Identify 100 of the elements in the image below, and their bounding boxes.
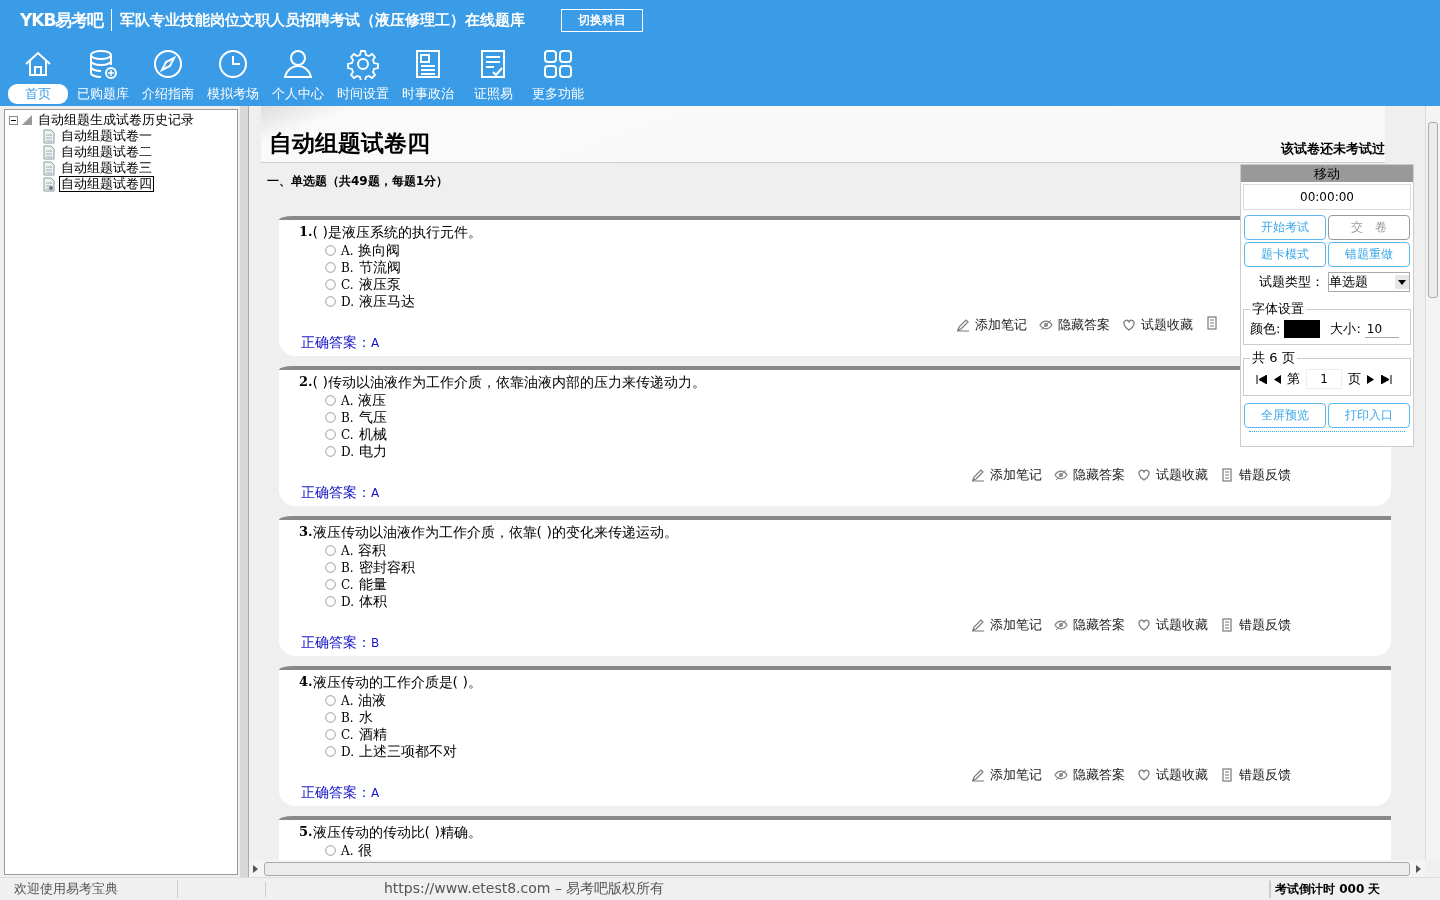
gear-icon — [347, 48, 379, 80]
panel-header[interactable]: 移动 — [1241, 165, 1413, 182]
radio-button[interactable] — [325, 712, 336, 723]
triangle-icon — [22, 115, 32, 125]
clock-icon — [217, 48, 249, 80]
app-title: 军队专业技能岗位文职人员招聘考试（液压修理工）在线题库 — [120, 10, 526, 30]
answer-label: 正确答案： — [301, 784, 371, 800]
page-prefix: 第 — [1287, 370, 1300, 388]
eye-icon — [1054, 468, 1068, 482]
radio-button[interactable] — [325, 245, 336, 256]
size-label: 大小: — [1330, 320, 1361, 338]
option-text: 机械 — [358, 425, 387, 444]
heart-icon — [1137, 468, 1151, 482]
answer-value: A — [371, 486, 380, 500]
action-link[interactable]: 添加笔记 — [990, 466, 1042, 484]
option-letter: D. — [341, 444, 354, 459]
radio-button[interactable] — [325, 412, 336, 423]
answer-label: 正确答案： — [301, 334, 371, 350]
scroll-arrow-icon — [253, 864, 258, 873]
radio-button[interactable] — [325, 279, 336, 290]
action-link[interactable]: 隐藏答案 — [1073, 616, 1125, 634]
answer-label: 正确答案： — [301, 634, 371, 650]
action-link[interactable]: 试题收藏 — [1156, 616, 1208, 634]
option-text: 容积 — [358, 541, 387, 560]
action-link[interactable]: 添加笔记 — [990, 616, 1042, 634]
paper-title: 自动组题试卷四 — [269, 128, 430, 158]
tree-item[interactable]: 自动组题试卷四 — [59, 176, 154, 192]
option-letter: C. — [341, 577, 354, 592]
horizontal-scrollbar[interactable] — [249, 860, 1425, 877]
option-text: 节流阀 — [358, 258, 401, 277]
action-link[interactable]: 隐藏答案 — [1073, 466, 1125, 484]
document-icon — [43, 144, 55, 160]
option-letter: C. — [341, 727, 354, 742]
radio-button[interactable] — [325, 596, 336, 607]
radio-button[interactable] — [325, 695, 336, 706]
action-link[interactable]: 隐藏答案 — [1073, 766, 1125, 784]
exam-status: 该试卷还未考试过 — [1281, 140, 1385, 158]
option-letter: B. — [341, 560, 354, 575]
color-swatch[interactable] — [1284, 320, 1321, 338]
tree-root[interactable]: 自动组题生成试卷历史记录 — [36, 112, 196, 128]
option-text: 水 — [358, 708, 373, 727]
next-page-icon — [1367, 374, 1375, 384]
option-letter: A. — [341, 393, 354, 408]
action-link[interactable]: 试题收藏 — [1156, 466, 1208, 484]
radio-button[interactable] — [325, 562, 336, 573]
action-link[interactable]: 错题反馈 — [1239, 766, 1291, 784]
action-link[interactable]: 隐藏答案 — [1058, 316, 1110, 334]
pencil-icon — [971, 768, 985, 782]
option-letter: D. — [341, 594, 354, 609]
pencil-icon — [971, 618, 985, 632]
radio-button[interactable] — [325, 579, 336, 590]
radio-button[interactable] — [325, 729, 336, 740]
question-number: 2. — [299, 374, 313, 391]
tree-item[interactable]: 自动组题试卷一 — [59, 128, 154, 144]
radio-button[interactable] — [325, 446, 336, 457]
radio-button[interactable] — [325, 845, 336, 856]
action-link[interactable]: 添加笔记 — [990, 766, 1042, 784]
tree-item[interactable]: 自动组题试卷二 — [59, 144, 154, 160]
option-letter: D. — [341, 294, 354, 309]
font-settings-legend: 字体设置 — [1250, 300, 1306, 318]
option-text: 酒精 — [358, 725, 387, 744]
action-link[interactable]: 错题反馈 — [1239, 466, 1291, 484]
page-field[interactable]: 1 — [1306, 369, 1342, 389]
option-text: 液压马达 — [359, 292, 415, 311]
heart-icon — [1122, 318, 1136, 332]
question-text: 液压传动以油液作为工作介质，依靠( )的变化来传递运动。 — [312, 524, 678, 542]
vertical-scrollbar[interactable] — [1425, 106, 1440, 860]
radio-button[interactable] — [325, 545, 336, 556]
question-number: 3. — [299, 524, 313, 541]
tree-item[interactable]: 自动组题试卷三 — [59, 160, 154, 176]
action-link[interactable]: 添加笔记 — [975, 316, 1027, 334]
radio-button[interactable] — [325, 262, 336, 273]
radio-button[interactable] — [325, 429, 336, 440]
radio-button[interactable] — [325, 395, 336, 406]
page-suffix: 页 — [1348, 370, 1361, 388]
type-dropdown[interactable]: 单选题 — [1328, 272, 1410, 292]
question-text: ( )传动以油液作为工作介质，依靠油液内部的压力来传递动力。 — [312, 374, 706, 392]
action-link[interactable]: 试题收藏 — [1156, 766, 1208, 784]
option-text: 液压泵 — [358, 275, 401, 294]
radio-button[interactable] — [325, 746, 336, 757]
option-letter: A. — [341, 843, 354, 858]
document-icon — [1220, 618, 1234, 632]
color-label: 颜色: — [1250, 320, 1281, 338]
question-number: 4. — [299, 674, 313, 691]
eye-icon — [1054, 768, 1068, 782]
answer-label: 正确答案： — [301, 484, 371, 500]
action-link[interactable]: 错题反馈 — [1239, 616, 1291, 634]
option-letter: B. — [341, 410, 354, 425]
question-number: 1. — [299, 224, 313, 241]
question-text: ( )是液压系统的执行元件。 — [312, 224, 482, 242]
eye-icon — [1054, 618, 1068, 632]
option-letter: D. — [341, 744, 354, 759]
copyright-text: https://www.etest8.com – 易考吧版权所有 — [266, 880, 1270, 898]
person-icon — [282, 48, 314, 80]
option-letter: B. — [341, 260, 354, 275]
action-link[interactable]: 试题收藏 — [1141, 316, 1193, 334]
pencil-icon — [971, 468, 985, 482]
option-text: 能量 — [358, 575, 387, 594]
timer: 00:00:00 — [1243, 184, 1411, 210]
radio-button[interactable] — [325, 296, 336, 307]
